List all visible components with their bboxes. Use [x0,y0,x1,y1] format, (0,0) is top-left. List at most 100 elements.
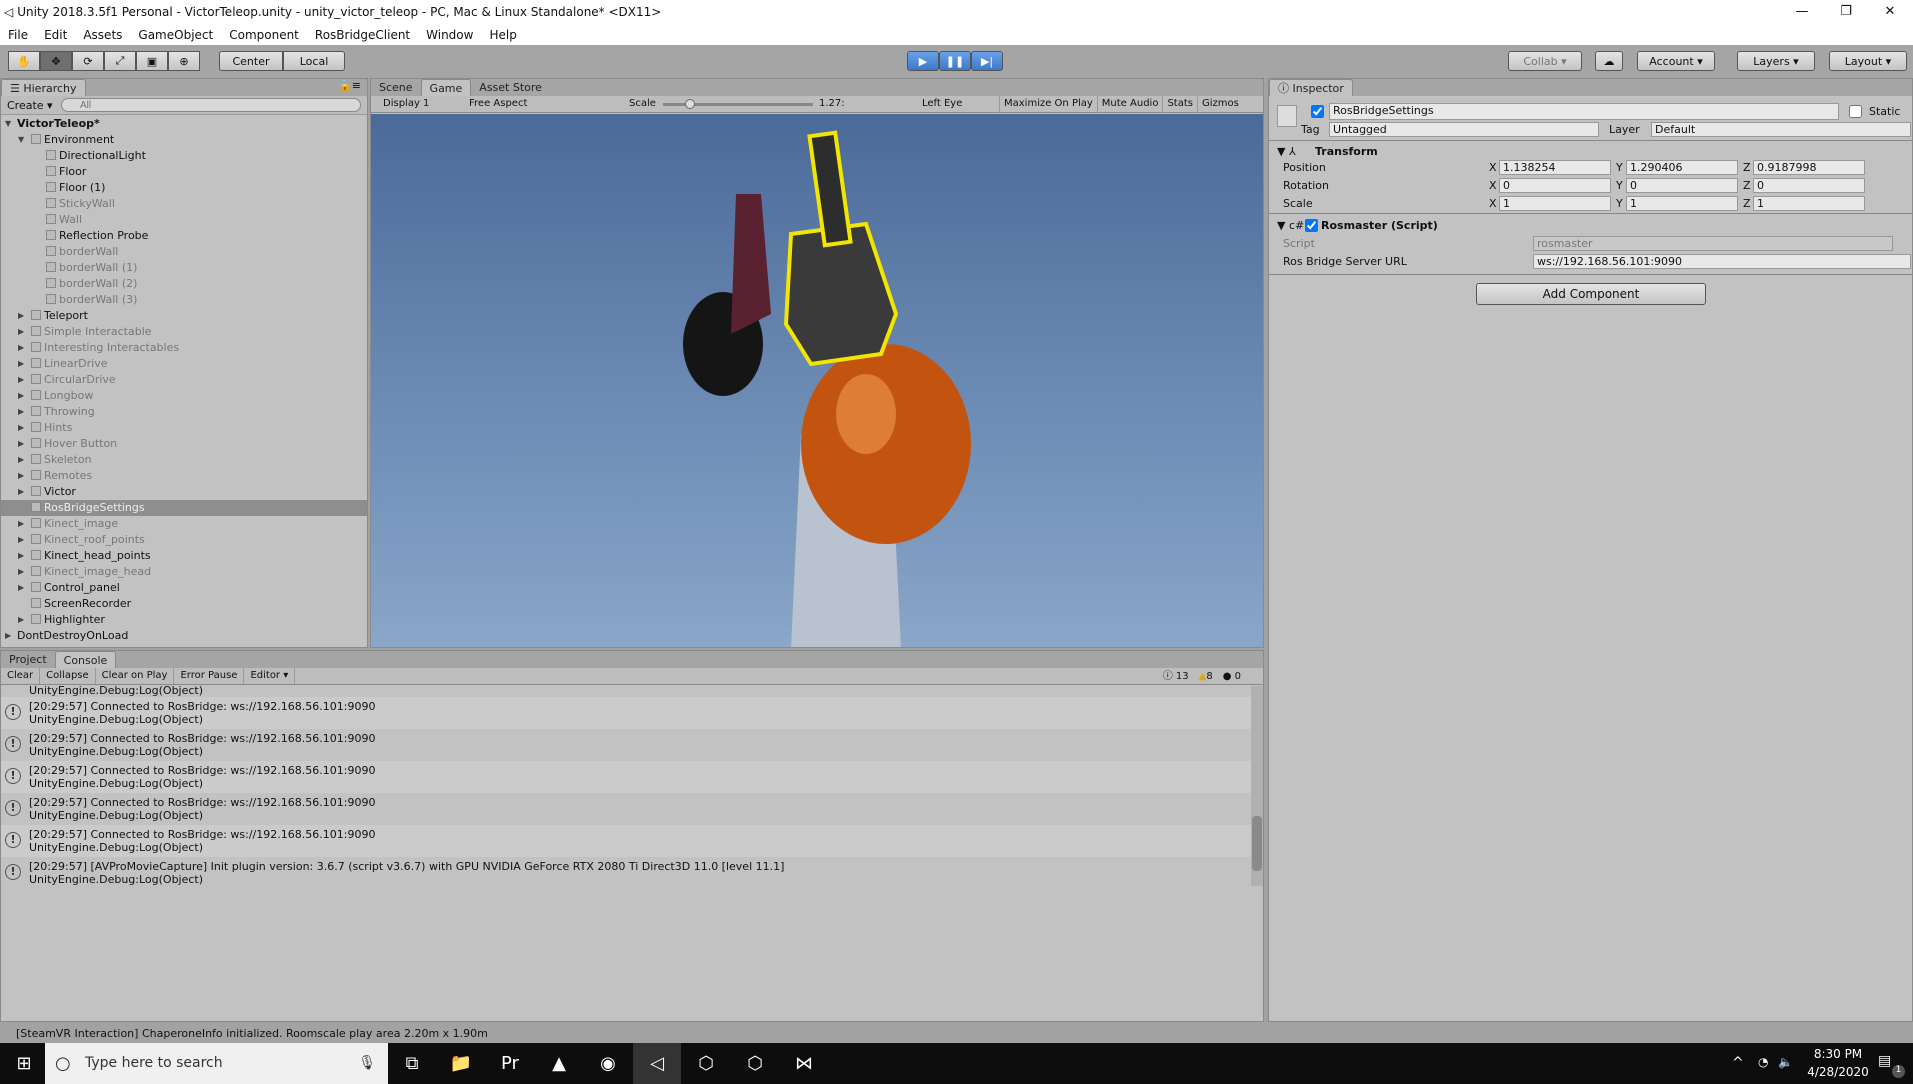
hierarchy-item[interactable]: borderWall (3) [1,292,367,308]
menu-file[interactable]: File [0,28,36,42]
rotation-y-input[interactable]: 0 [1626,178,1738,193]
rect-tool-button[interactable]: ▣ [136,51,168,71]
hierarchy-item[interactable]: ▶ Hover Button [1,436,367,452]
expand-arrow-icon[interactable]: ▼ [5,116,11,132]
scrollbar-thumb[interactable] [1252,816,1262,871]
hierarchy-item[interactable]: ▶ Kinect_head_points [1,548,367,564]
dontdestroy-root[interactable]: ▶ DontDestroyOnLoad [1,628,367,644]
rotate-tool-button[interactable]: ⟳ [72,51,104,71]
collapse-arrow-icon[interactable]: ▶ [18,436,24,452]
unity-hub-taskbar-icon[interactable]: ⬡ [682,1043,730,1084]
transform-tool-button[interactable]: ⊕ [168,51,200,71]
hierarchy-item[interactable]: ▶ Kinect_roof_points [1,532,367,548]
editor-button[interactable]: Editor ▾ [244,668,296,684]
clear-on-play-button[interactable]: Clear on Play [96,668,175,684]
close-button[interactable]: ✕ [1868,0,1912,24]
rotation-x-input[interactable]: 0 [1499,178,1611,193]
collapse-arrow-icon[interactable]: ▶ [18,532,24,548]
pivot-center-button[interactable]: Center [219,51,283,71]
hierarchy-item[interactable]: borderWall (1) [1,260,367,276]
collapse-arrow-icon[interactable]: ▶ [18,516,24,532]
position-x-input[interactable]: 1.138254 [1499,160,1611,175]
windows-start-button[interactable]: ⊞ [0,1043,48,1084]
tab-game[interactable]: Game [420,79,472,96]
ros-bridge-url-input[interactable]: ws://192.168.56.101:9090 [1533,254,1911,269]
hierarchy-item[interactable]: Floor [1,164,367,180]
menu-edit[interactable]: Edit [36,28,75,42]
hierarchy-item[interactable]: ▶ Simple Interactable [1,324,367,340]
hierarchy-search-input[interactable] [61,98,361,112]
console-entry[interactable]: ! [20:29:57] Connected to RosBridge: ws:/… [1,729,1251,761]
collapse-arrow-icon[interactable]: ▶ [18,340,24,356]
collab-button[interactable]: Collab ▾ [1508,51,1582,71]
hierarchy-item[interactable]: ▶ Skeleton [1,452,367,468]
collapse-arrow-icon[interactable]: ▶ [18,452,24,468]
step-button[interactable]: ▶| [971,51,1003,71]
hierarchy-item[interactable]: Reflection Probe [1,228,367,244]
hierarchy-item[interactable]: ▶ Teleport [1,308,367,324]
hierarchy-item[interactable]: borderWall (2) [1,276,367,292]
collapse-arrow-icon[interactable]: ▶ [18,468,24,484]
aspect-dropdown[interactable]: Free Aspect [469,98,527,109]
display-dropdown[interactable]: Display 1 [383,98,429,109]
hierarchy-item[interactable]: Wall [1,212,367,228]
menu-help[interactable]: Help [481,28,524,42]
layer-dropdown[interactable]: Default [1651,122,1911,137]
tab-asset-store[interactable]: Asset Store [471,79,550,96]
hierarchy-item[interactable]: ▶ CircularDrive [1,372,367,388]
menu-gameobject[interactable]: GameObject [130,28,221,42]
hierarchy-item[interactable]: ▶ Throwing [1,404,367,420]
minimize-button[interactable]: — [1780,0,1824,24]
error-pause-button[interactable]: Error Pause [174,668,245,684]
collapse-arrow-icon[interactable]: ▶ [18,420,24,436]
hierarchy-item[interactable]: ▶ Control_panel [1,580,367,596]
unity-taskbar-icon[interactable]: ◁ [633,1043,681,1084]
hierarchy-item[interactable]: Floor (1) [1,180,367,196]
stats-toggle[interactable]: Stats [1162,96,1197,113]
mute-audio-toggle[interactable]: Mute Audio [1096,96,1163,113]
add-component-button[interactable]: Add Component [1476,283,1706,305]
menu-rosbridgeclient[interactable]: RosBridgeClient [307,28,418,42]
pause-button[interactable]: ❚❚ [939,51,971,71]
play-button[interactable]: ▶ [907,51,939,71]
hierarchy-item[interactable]: ▶ Kinect_image [1,516,367,532]
collapse-arrow-icon[interactable]: ▶ [18,580,24,596]
gizmos-toggle[interactable]: Gizmos [1196,96,1243,113]
tab-project[interactable]: Project [1,651,55,668]
hierarchy-item[interactable]: ▶ Longbow [1,388,367,404]
tab-console[interactable]: Console [54,651,117,668]
app-vr-taskbar-icon[interactable]: ◉ [584,1043,632,1084]
premiere-taskbar-icon[interactable]: Pr [486,1043,534,1084]
hierarchy-item[interactable]: ▶ Highlighter [1,612,367,628]
hierarchy-item[interactable]: ▼ Environment [1,132,367,148]
menu-window[interactable]: Window [418,28,481,42]
maximize-on-play-toggle[interactable]: Maximize On Play [999,96,1097,113]
console-scrollbar[interactable] [1251,686,1263,886]
collapse-button[interactable]: Collapse [40,668,96,684]
hierarchy-item[interactable]: borderWall [1,244,367,260]
move-tool-button[interactable]: ✥ [40,51,72,71]
layout-dropdown[interactable]: Layout ▾ [1829,51,1907,71]
console-entry[interactable]: ! [20:29:57] Connected to RosBridge: ws:/… [1,793,1251,825]
menu-assets[interactable]: Assets [75,28,130,42]
static-checkbox[interactable] [1849,105,1862,118]
hierarchy-item[interactable]: ▶ Remotes [1,468,367,484]
collapse-arrow-icon[interactable]: ▶ [18,324,24,340]
file-explorer-taskbar-icon[interactable]: 📁 [437,1043,485,1084]
task-view-taskbar-icon[interactable]: ⧉ [388,1043,436,1084]
game-viewport[interactable] [371,114,1263,647]
expand-arrow-icon[interactable]: ▼ [18,132,24,148]
position-z-input[interactable]: 0.9187998 [1753,160,1865,175]
collapse-arrow-icon[interactable]: ▶ [18,388,24,404]
unity-hub-2-taskbar-icon[interactable]: ⬡ [731,1043,779,1084]
scale-x-input[interactable]: 1 [1499,196,1611,211]
console-entry[interactable]: ! [20:29:57] Connected to RosBridge: ws:/… [1,761,1251,793]
scene-root[interactable]: ▼ VictorTeleop* [1,116,367,132]
tag-dropdown[interactable]: Untagged [1329,122,1599,137]
hierarchy-item[interactable]: ▶ LinearDrive [1,356,367,372]
collapse-arrow-icon[interactable]: ▶ [18,484,24,500]
scale-slider-handle[interactable] [685,99,695,109]
scale-slider[interactable] [663,99,813,109]
rotation-z-input[interactable]: 0 [1753,178,1865,193]
console-entry[interactable]: ! [20:29:57] Connected to RosBridge: ws:/… [1,697,1251,729]
